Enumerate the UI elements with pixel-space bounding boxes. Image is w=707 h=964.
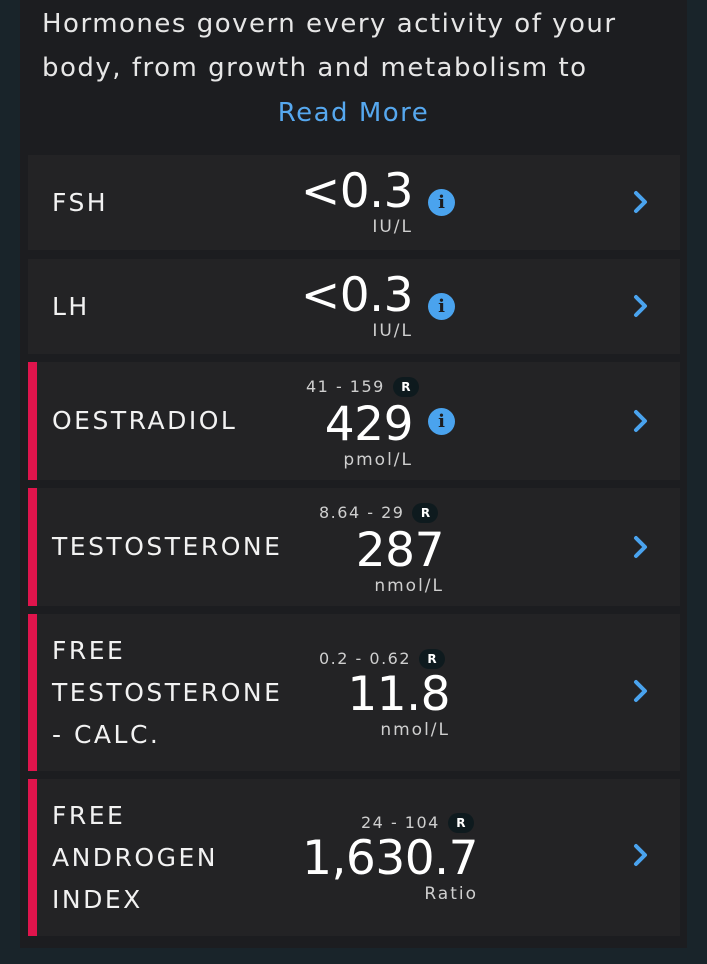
info-icon[interactable]: i (428, 189, 455, 216)
chevron-right-icon[interactable] (630, 533, 652, 561)
range-badge: R (419, 649, 446, 669)
result-name: FREE TESTOSTERONE - CALC. (52, 635, 283, 749)
chevron-right-icon[interactable] (630, 188, 652, 216)
result-value: 11.8 (347, 667, 450, 722)
out-of-range-flag (28, 779, 37, 936)
result-row-oestradiol[interactable]: OESTRADIOL 41 - 159 R 429 pmol/L i (28, 362, 680, 480)
intro-text: Hormones govern every activity of your b… (42, 2, 682, 90)
result-unit: nmol/L (380, 720, 450, 740)
result-row-testosterone[interactable]: TESTOSTERONE 8.64 - 29 R 287 nmol/L (28, 488, 680, 606)
range-badge: R (412, 503, 439, 523)
chevron-right-icon[interactable] (630, 292, 652, 320)
result-name: TESTOSTERONE (52, 532, 283, 561)
out-of-range-flag (28, 362, 37, 480)
result-value: 1,630.7 (302, 831, 478, 886)
result-unit: pmol/L (343, 450, 413, 470)
result-unit: IU/L (372, 217, 413, 237)
result-unit: IU/L (372, 321, 413, 341)
info-icon[interactable]: i (428, 293, 455, 320)
intro-line-2: body, from growth and metabolism to (42, 53, 588, 83)
result-value: <0.3 (300, 268, 414, 323)
reference-range: 0.2 - 0.62 R (319, 649, 446, 669)
result-value: <0.3 (300, 164, 414, 219)
out-of-range-flag (28, 614, 37, 771)
result-value: 429 (324, 397, 414, 452)
intro-line-1: Hormones govern every activity of your (42, 9, 617, 39)
result-name: FREE ANDROGEN INDEX (52, 800, 218, 914)
reference-range: 8.64 - 29 R (319, 503, 439, 523)
result-row-free-androgen-index[interactable]: FREE ANDROGEN INDEX 24 - 104 R 1,630.7 Ra… (28, 779, 680, 936)
result-name: OESTRADIOL (52, 406, 238, 435)
range-badge: R (447, 813, 474, 833)
result-row-lh[interactable]: LH <0.3 IU/L i (28, 259, 680, 354)
info-icon[interactable]: i (428, 408, 455, 435)
reference-range: 24 - 104 R (361, 813, 474, 833)
read-more-link[interactable]: Read More (0, 98, 707, 128)
out-of-range-flag (28, 488, 37, 606)
result-unit: Ratio (424, 884, 478, 904)
result-value: 287 (355, 523, 445, 578)
result-row-fsh[interactable]: FSH <0.3 IU/L i (28, 155, 680, 250)
range-badge: R (392, 377, 419, 397)
chevron-right-icon[interactable] (630, 677, 652, 705)
result-unit: nmol/L (374, 576, 444, 596)
chevron-right-icon[interactable] (630, 407, 652, 435)
result-row-free-testosterone[interactable]: FREE TESTOSTERONE - CALC. 0.2 - 0.62 R 11… (28, 614, 680, 771)
result-name: LH (52, 291, 90, 321)
result-name: FSH (52, 187, 109, 217)
reference-range: 41 - 159 R (306, 377, 419, 397)
chevron-right-icon[interactable] (630, 841, 652, 869)
